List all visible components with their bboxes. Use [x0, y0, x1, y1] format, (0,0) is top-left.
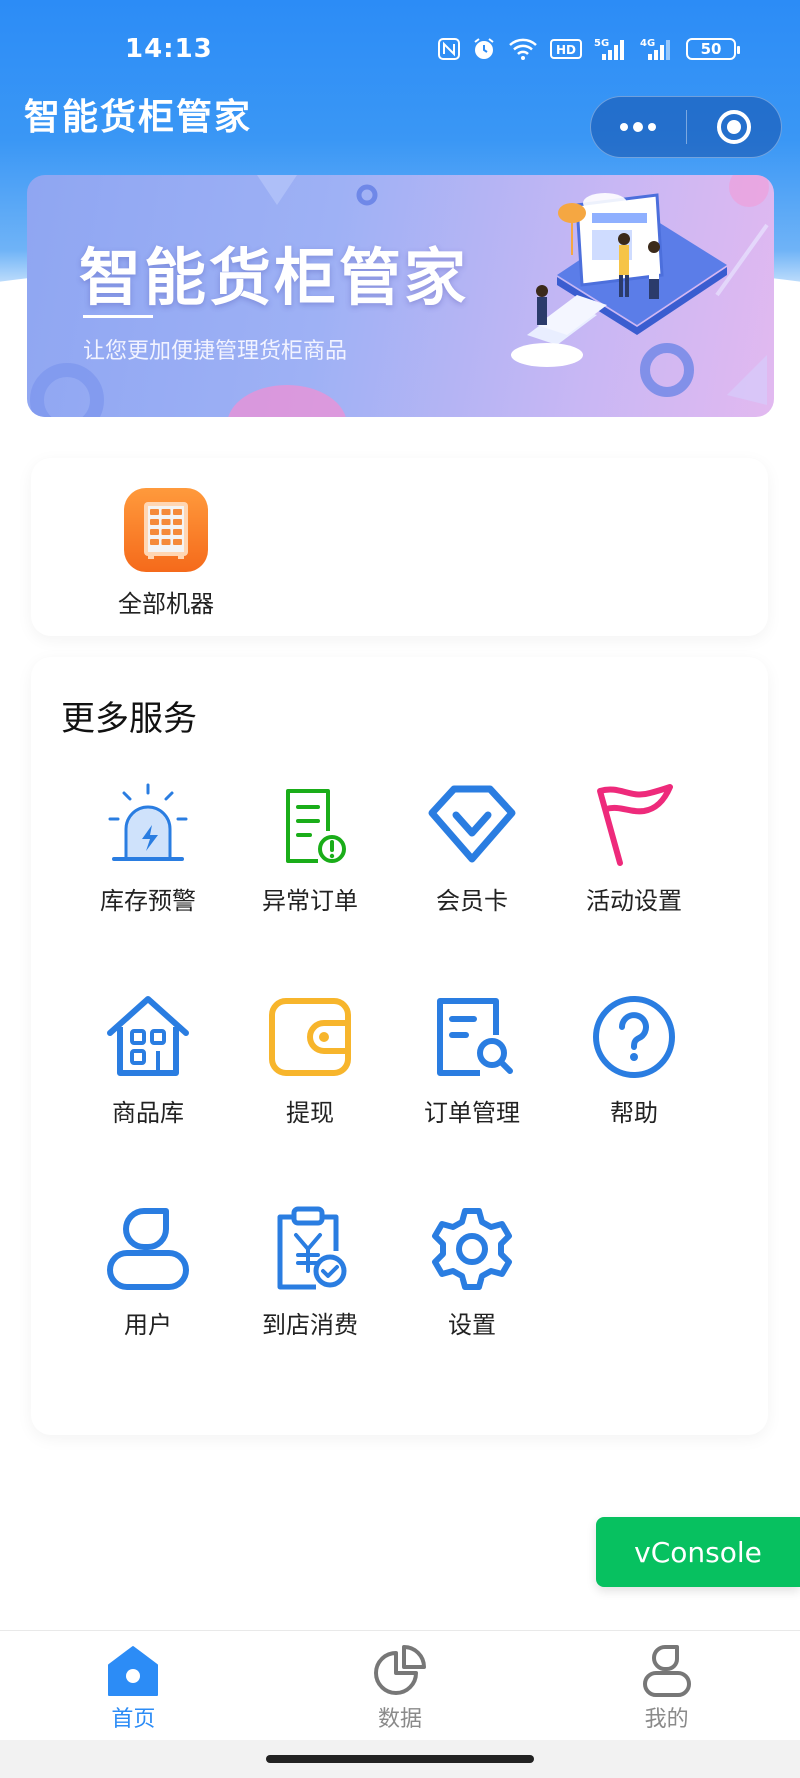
tab-home[interactable]: 首页	[0, 1631, 267, 1740]
all-machines-label: 全部机器	[118, 590, 214, 618]
pie-chart-icon	[374, 1645, 426, 1695]
service-users[interactable]: 用户	[73, 1199, 223, 1340]
alarm-icon	[474, 38, 494, 59]
service-label: 会员卡	[436, 887, 508, 915]
help-circle-icon	[584, 987, 684, 1087]
gear-icon	[422, 1199, 522, 1299]
flag-icon	[584, 775, 684, 875]
more-services-title: 更多服务	[61, 699, 197, 739]
system-home-area	[0, 1740, 800, 1778]
document-search-icon	[422, 987, 522, 1087]
wifi-icon	[509, 38, 537, 60]
service-abnormal-orders[interactable]: 异常订单	[235, 775, 385, 916]
battery-indicator: 50	[686, 38, 740, 60]
machines-card: 全部机器	[31, 458, 768, 636]
status-icons: HD 5G 4G 50	[438, 36, 740, 62]
tab-mine[interactable]: 我的	[533, 1631, 800, 1740]
nfc-icon	[438, 38, 460, 60]
status-bar: 14:13 HD 5G 4G 50	[0, 0, 800, 100]
document-warning-icon	[260, 775, 360, 875]
home-icon	[108, 1646, 159, 1696]
network-5g-label: 5G	[594, 38, 609, 49]
battery-level: 50	[700, 40, 722, 58]
all-machines-entry[interactable]: 全部机器	[91, 488, 241, 619]
service-label: 提现	[286, 1099, 334, 1127]
user-icon	[98, 1199, 198, 1299]
tab-data[interactable]: 数据	[267, 1631, 534, 1740]
signal-5g-icon: 5G	[594, 38, 624, 60]
service-label: 帮助	[610, 1099, 658, 1127]
network-4g-label: 4G	[640, 38, 655, 49]
banner-subtitle: 让您更加便捷管理货柜商品	[83, 339, 348, 364]
vconsole-button[interactable]: vConsole	[596, 1517, 800, 1587]
more-services-card: 更多服务 库存预警 异常订单 会员卡 活动设置 商品库 提现 订单管理 帮助 用…	[31, 657, 768, 1435]
service-label: 设置	[448, 1311, 496, 1339]
promo-banner[interactable]: 智能货柜管家 让您更加便捷管理货柜商品	[27, 175, 774, 417]
service-label: 商品库	[112, 1099, 184, 1127]
wallet-icon	[260, 987, 360, 1087]
house-grid-icon	[98, 987, 198, 1087]
close-button[interactable]	[686, 96, 781, 158]
clipboard-yen-icon	[260, 1199, 360, 1299]
status-time: 14:13	[125, 34, 213, 64]
tab-label: 我的	[644, 1707, 689, 1732]
home-indicator[interactable]	[266, 1755, 534, 1763]
mini-program-capsule	[590, 96, 782, 158]
service-activity-settings[interactable]: 活动设置	[559, 775, 709, 916]
service-order-management[interactable]: 订单管理	[397, 987, 547, 1128]
service-help[interactable]: 帮助	[559, 987, 709, 1128]
hd-label: HD	[556, 43, 576, 57]
signal-4g-icon: 4G	[640, 38, 670, 60]
service-inventory-alert[interactable]: 库存预警	[73, 775, 223, 916]
bottom-tab-bar: 首页 数据 我的	[0, 1630, 800, 1740]
service-in-store-consumption[interactable]: 到店消费	[235, 1199, 385, 1340]
tab-label: 首页	[111, 1707, 156, 1732]
banner-title: 智能货柜管家	[79, 241, 470, 314]
service-label: 到店消费	[262, 1311, 358, 1339]
app-title: 智能货柜管家	[24, 97, 253, 138]
target-circle-icon	[716, 110, 751, 144]
service-label: 异常订单	[262, 887, 358, 915]
profile-icon	[642, 1645, 691, 1697]
member-badge-icon	[422, 775, 522, 875]
service-settings[interactable]: 设置	[397, 1199, 547, 1340]
page: 14:13 HD 5G 4G 50 智能货柜管家 智能货柜管家 让您更加便捷管理…	[0, 0, 800, 1778]
hd-icon: HD	[550, 39, 582, 59]
tab-label: 数据	[378, 1707, 423, 1732]
more-dots-icon	[620, 122, 657, 132]
more-button[interactable]	[591, 96, 686, 158]
service-withdraw[interactable]: 提现	[235, 987, 385, 1128]
alarm-light-icon	[98, 775, 198, 875]
service-label: 订单管理	[424, 1099, 520, 1127]
service-member-card[interactable]: 会员卡	[397, 775, 547, 916]
banner-divider	[83, 315, 153, 318]
service-label: 库存预警	[100, 887, 196, 915]
service-product-library[interactable]: 商品库	[73, 987, 223, 1128]
vending-cabinet-icon	[124, 488, 208, 572]
service-label: 用户	[124, 1311, 172, 1339]
service-label: 活动设置	[586, 887, 682, 915]
